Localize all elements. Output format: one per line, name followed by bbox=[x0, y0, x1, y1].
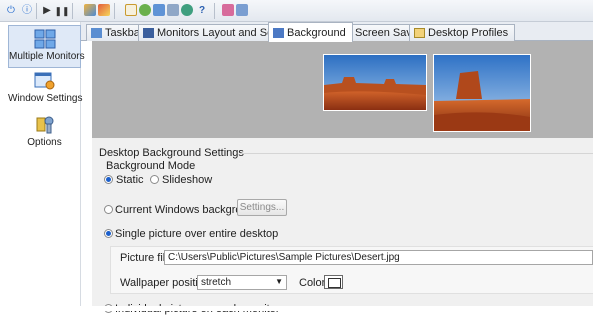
toolbar-separator bbox=[36, 3, 37, 19]
toolbar-separator bbox=[214, 3, 215, 19]
single-picture-radio[interactable] bbox=[104, 229, 113, 238]
options-icon bbox=[36, 116, 53, 134]
tab-label: Background bbox=[287, 26, 346, 39]
toolbar-separator bbox=[72, 3, 73, 19]
tab-strip: Taskbar Monitors Layout and Settings Bac… bbox=[81, 22, 593, 42]
toolbar-separator bbox=[114, 3, 115, 19]
tab-label: Desktop Profiles bbox=[428, 27, 509, 39]
pause-icon[interactable]: ❚❚ bbox=[54, 4, 69, 18]
static-radio[interactable] bbox=[104, 175, 113, 184]
slideshow-radio[interactable] bbox=[150, 175, 159, 184]
display-icon[interactable] bbox=[153, 4, 165, 16]
layout-alt-icon[interactable] bbox=[98, 4, 110, 16]
play-icon[interactable]: ▶ bbox=[40, 4, 54, 18]
background-mode-label: Background Mode bbox=[106, 160, 196, 172]
single-picture-label[interactable]: Single picture over entire desktop bbox=[115, 228, 278, 240]
layout-icon[interactable] bbox=[84, 4, 96, 16]
monitor-preview bbox=[92, 41, 593, 138]
check-icon[interactable] bbox=[139, 4, 151, 16]
profiles-icon bbox=[414, 28, 425, 38]
wallpaper-position-select[interactable]: stretch ▼ bbox=[197, 275, 287, 290]
pointer-icon[interactable] bbox=[222, 4, 234, 16]
taskbar-icon bbox=[91, 28, 102, 38]
picture-file-input[interactable]: C:\Users\Public\Pictures\Sample Pictures… bbox=[164, 250, 593, 265]
sidebar-item-label: Multiple Monitors bbox=[9, 51, 85, 62]
info-icon[interactable]: ⓘ bbox=[20, 4, 34, 18]
window-icon[interactable] bbox=[125, 4, 137, 16]
monitor-2-thumbnail[interactable] bbox=[433, 54, 531, 132]
desert-image bbox=[324, 55, 426, 110]
help-icon[interactable]: ? bbox=[195, 4, 209, 18]
sidebar-item-options[interactable]: Options bbox=[8, 112, 81, 152]
wallpaper-position-value: stretch bbox=[201, 277, 232, 288]
desert-image bbox=[434, 55, 530, 131]
sidebar-item-label: Window Settings bbox=[8, 93, 83, 104]
taskbar-icon[interactable] bbox=[236, 4, 248, 16]
sidebar: Multiple Monitors Window Settings Option… bbox=[8, 22, 85, 306]
group-divider bbox=[240, 153, 593, 154]
monitors-icon bbox=[34, 29, 55, 49]
color-picker-button[interactable] bbox=[324, 275, 343, 289]
window-frame-bottom bbox=[0, 306, 593, 311]
sidebar-item-multiple-monitors[interactable]: Multiple Monitors bbox=[8, 25, 85, 68]
static-label[interactable]: Static bbox=[116, 174, 144, 186]
tab-desktop-profiles[interactable]: Desktop Profiles bbox=[409, 24, 516, 41]
current-windows-background-radio[interactable] bbox=[104, 205, 113, 214]
monitor-layout-icon bbox=[143, 28, 154, 38]
grid-icon[interactable] bbox=[167, 4, 179, 16]
slideshow-label[interactable]: Slideshow bbox=[162, 174, 212, 186]
refresh-icon[interactable] bbox=[181, 4, 193, 16]
group-title: Desktop Background Settings bbox=[99, 147, 244, 159]
power-icon[interactable]: ⏻ bbox=[4, 4, 18, 18]
monitor-1-thumbnail[interactable] bbox=[323, 54, 427, 111]
window-settings-icon bbox=[34, 72, 54, 90]
sidebar-item-window-settings[interactable]: Window Settings bbox=[8, 68, 83, 112]
tab-background[interactable]: Background bbox=[268, 22, 353, 42]
chevron-down-icon: ▼ bbox=[275, 277, 283, 286]
toolbar: ⏻ ⓘ ▶ ❚❚ ? bbox=[0, 0, 593, 22]
background-icon bbox=[273, 27, 284, 38]
sidebar-item-label: Options bbox=[27, 137, 62, 148]
settings-button[interactable]: Settings... bbox=[237, 199, 287, 216]
